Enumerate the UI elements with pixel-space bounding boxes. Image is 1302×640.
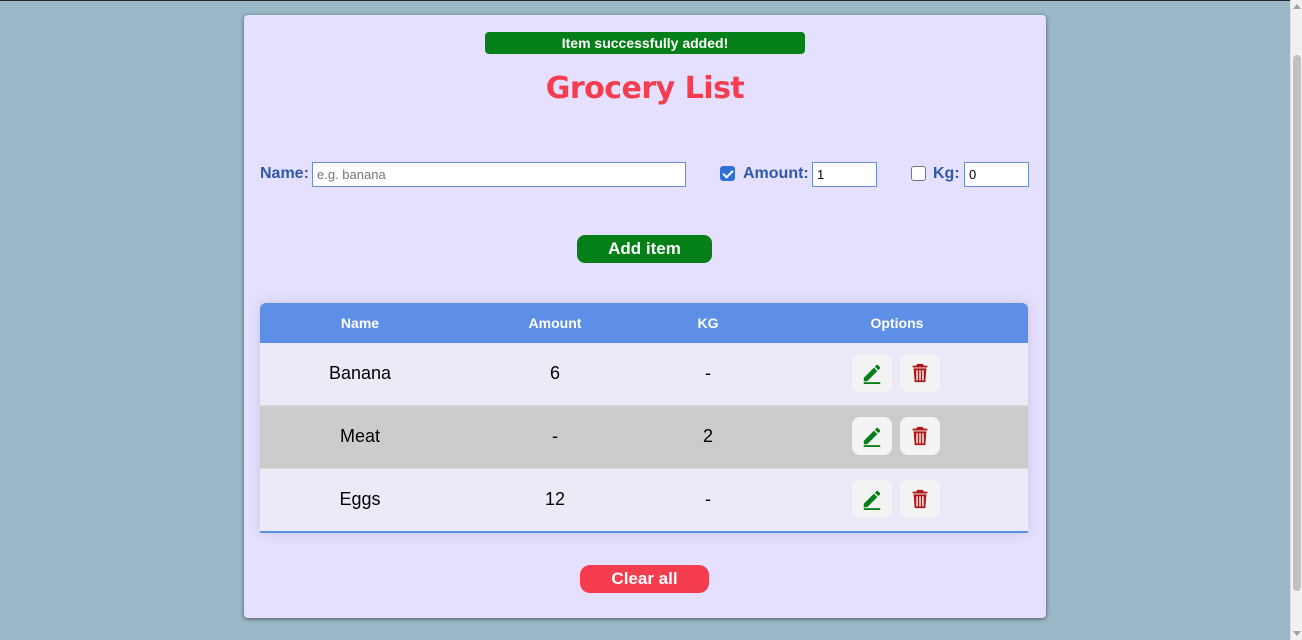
kg-checkbox[interactable] bbox=[911, 166, 926, 181]
row-kg: 2 bbox=[702, 426, 713, 446]
header-amount: Amount bbox=[528, 315, 582, 331]
delete-button[interactable] bbox=[900, 354, 940, 392]
row-amount: 6 bbox=[549, 363, 560, 383]
pencil-icon bbox=[863, 490, 881, 510]
trash-icon bbox=[912, 363, 928, 383]
table-row: Meat - 2 bbox=[260, 406, 1028, 469]
delete-button[interactable] bbox=[900, 417, 940, 455]
amount-input[interactable] bbox=[812, 162, 877, 187]
pencil-icon bbox=[863, 364, 881, 384]
kg-label: Kg: bbox=[933, 165, 960, 182]
header-name: Name bbox=[340, 315, 380, 331]
scrollbar-thumb[interactable] bbox=[1293, 55, 1301, 591]
row-kg: - bbox=[705, 489, 711, 509]
table-header: Name Amount KG Options bbox=[260, 303, 1028, 343]
page-title: Grocery List bbox=[545, 71, 745, 106]
vertical-scrollbar[interactable] bbox=[1290, 0, 1302, 640]
edit-button[interactable] bbox=[852, 417, 892, 455]
amount-label: Amount: bbox=[743, 165, 809, 182]
grocery-table: Name Amount KG Options Banana 6 - Meat -… bbox=[260, 303, 1028, 533]
row-name: Banana bbox=[328, 363, 392, 383]
edit-button[interactable] bbox=[852, 480, 892, 518]
row-kg: - bbox=[705, 363, 711, 383]
row-name: Eggs bbox=[339, 489, 381, 509]
row-amount: 12 bbox=[544, 489, 566, 509]
add-item-button[interactable]: Add item bbox=[577, 235, 712, 263]
name-input[interactable] bbox=[312, 162, 686, 187]
row-name: Meat bbox=[339, 426, 381, 446]
scroll-up-icon[interactable] bbox=[1293, 4, 1301, 9]
success-alert: Item successfully added! bbox=[485, 32, 805, 54]
delete-button[interactable] bbox=[900, 480, 940, 518]
table-row: Banana 6 - bbox=[260, 343, 1028, 406]
trash-icon bbox=[912, 489, 928, 509]
table-row: Eggs 12 - bbox=[260, 469, 1028, 531]
header-kg: KG bbox=[697, 315, 719, 331]
name-label: Name: bbox=[260, 165, 309, 182]
header-options: Options bbox=[870, 315, 924, 331]
window-top-border bbox=[0, 0, 1290, 1]
scroll-down-icon[interactable] bbox=[1293, 631, 1301, 636]
pencil-icon bbox=[863, 427, 881, 447]
row-amount: - bbox=[552, 426, 558, 446]
grocery-card: Item successfully added! Grocery List Na… bbox=[244, 15, 1046, 618]
trash-icon bbox=[912, 426, 928, 446]
kg-input[interactable] bbox=[964, 162, 1029, 187]
amount-checkbox[interactable] bbox=[720, 166, 735, 181]
clear-all-button[interactable]: Clear all bbox=[580, 565, 709, 593]
edit-button[interactable] bbox=[852, 354, 892, 392]
